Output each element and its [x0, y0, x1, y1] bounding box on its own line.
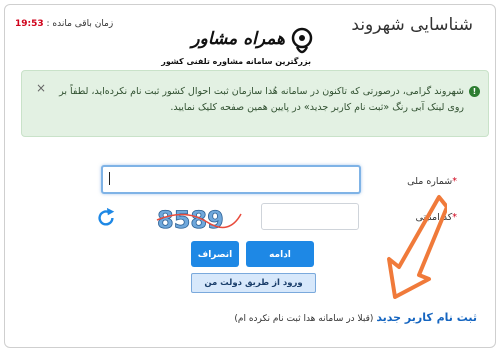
- required-mark: *: [452, 176, 457, 187]
- captcha-text: 8589: [157, 206, 224, 234]
- logo-title: همراه مشاور: [191, 29, 285, 49]
- text-caret: [109, 172, 110, 185]
- register-link[interactable]: ثبت نام کاربر جدید: [376, 311, 477, 324]
- pointer-arrow-icon: [387, 195, 447, 299]
- captcha-image: 8589: [157, 206, 242, 234]
- register-note: (قبلا در سامانه هدا ثبت نام نکرده ام): [234, 314, 374, 324]
- national-id-input[interactable]: [101, 165, 361, 194]
- info-alert: ! × شهروند گرامی، درصورتی که تاکنون در س…: [21, 70, 489, 137]
- page-frame: شناسایی شهروند زمان باقی مانده : 19:53 ه…: [4, 4, 496, 348]
- gov-login-button[interactable]: ورود از طریق دولت من: [191, 273, 316, 293]
- info-icon: !: [469, 86, 480, 97]
- advisor-logo-icon: [291, 27, 313, 54]
- register-section: ثبت نام کاربر جدید (قبلا در سامانه هدا ث…: [234, 311, 477, 324]
- timer-label: زمان باقی مانده :: [46, 19, 114, 29]
- continue-button[interactable]: ادامه: [246, 241, 314, 267]
- page-title: شناسایی شهروند: [351, 15, 473, 35]
- alert-message: شهروند گرامی، درصورتی که تاکنون در سامان…: [59, 86, 464, 113]
- refresh-icon[interactable]: [95, 207, 117, 229]
- cancel-button[interactable]: انصراف: [191, 241, 239, 267]
- watermark-logo: همراه مشاور بزرگترین سامانه مشاوره تلفنی…: [145, 27, 315, 75]
- logo-subtitle: بزرگترین سامانه مشاوره تلفنی کشور: [161, 57, 311, 66]
- required-mark: *: [452, 212, 457, 223]
- security-code-input[interactable]: [261, 203, 359, 230]
- national-id-label: *شماره ملی: [407, 176, 457, 187]
- timer-value: 19:53: [15, 19, 44, 29]
- session-timer: زمان باقی مانده : 19:53: [15, 19, 113, 29]
